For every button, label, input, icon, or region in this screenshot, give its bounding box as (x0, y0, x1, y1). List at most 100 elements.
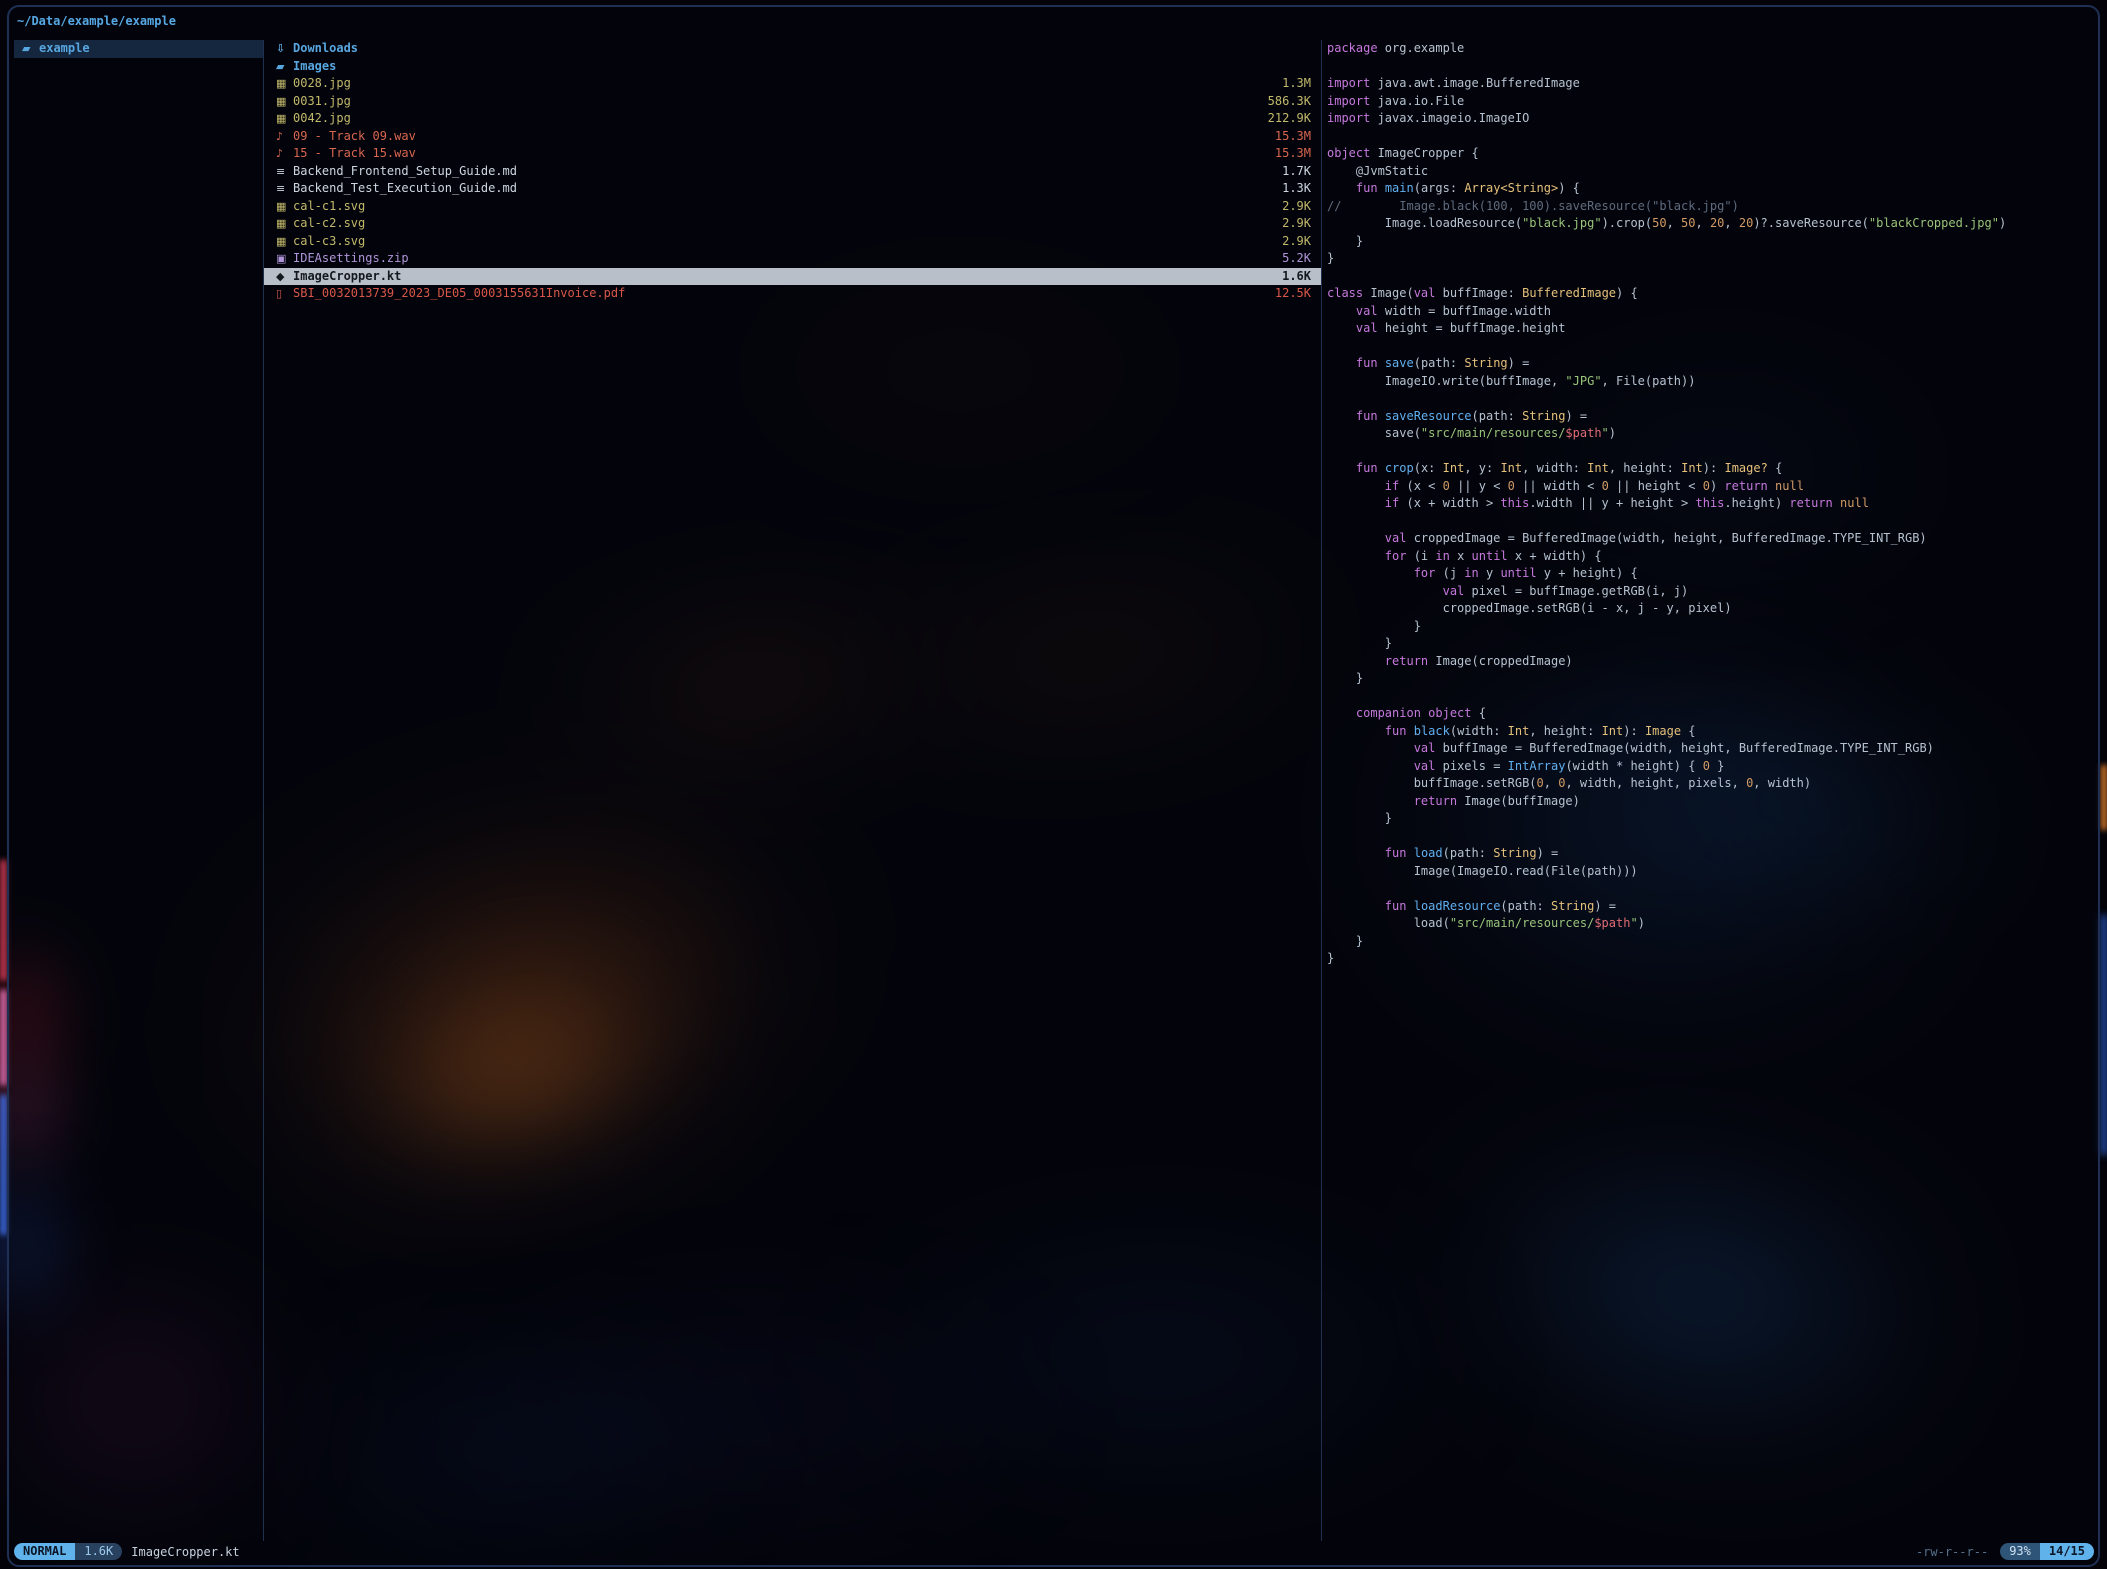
cursor-position-badge: 14/15 (2040, 1543, 2094, 1560)
file-size: 2.9K (1282, 215, 1311, 233)
code-line: fun crop(x: Int, y: Int, width: Int, hei… (1327, 460, 2090, 478)
file-row[interactable]: ▦cal-c2.svg2.9K (264, 215, 1321, 233)
markdown-file-icon: ≡ (276, 180, 293, 198)
svg-file-icon: ▦ (276, 215, 293, 233)
markdown-file-icon: ≡ (276, 163, 293, 181)
file-permissions: -rw-r--r-- (1916, 1545, 1988, 1559)
file-row[interactable]: ▦0031.jpg586.3K (264, 93, 1321, 111)
file-row[interactable]: ▦cal-c1.svg2.9K (264, 198, 1321, 216)
code-line (1327, 688, 2090, 706)
code-line: return Image(buffImage) (1327, 793, 2090, 811)
code-line: } (1327, 233, 2090, 251)
file-row[interactable]: ▰Images (264, 58, 1321, 76)
selected-file-size-badge: 1.6K (75, 1543, 122, 1560)
audio-file-icon: ♪ (276, 128, 293, 146)
folder-icon: ▰ (22, 40, 39, 58)
downloads-folder-icon: ⇩ (276, 40, 293, 58)
kotlin-file-icon: ◆ (276, 268, 293, 286)
code-line: return Image(croppedImage) (1327, 653, 2090, 671)
code-line (1327, 268, 2090, 286)
code-line (1327, 58, 2090, 76)
file-size: 1.3M (1282, 75, 1311, 93)
file-size: 1.6K (1282, 268, 1311, 286)
file-size: 586.3K (1268, 93, 1311, 111)
code-line: val pixel = buffImage.getRGB(i, j) (1327, 583, 2090, 601)
file-row[interactable]: ≡Backend_Test_Execution_Guide.md1.3K (264, 180, 1321, 198)
file-row[interactable]: ▦0042.jpg212.9K (264, 110, 1321, 128)
code-line: Image(ImageIO.read(File(path))) (1327, 863, 2090, 881)
file-name: cal-c2.svg (293, 215, 1282, 233)
file-name: SBI_0032013739_2023_DE05_0003155631Invoi… (293, 285, 1275, 303)
file-name: 15 - Track 15.wav (293, 145, 1275, 163)
file-name: ImageCropper.kt (293, 268, 1282, 286)
terminal-window: ~/Data/example/example ▰example ⇩Downloa… (7, 5, 2100, 1567)
file-row[interactable]: ▦cal-c3.svg2.9K (264, 233, 1321, 251)
file-name: example (39, 40, 255, 58)
code-line: fun save(path: String) = (1327, 355, 2090, 373)
file-row[interactable]: ◆ImageCropper.kt1.6K (264, 268, 1321, 286)
code-line: } (1327, 670, 2090, 688)
file-name: Images (293, 58, 1311, 76)
code-line: ImageIO.write(buffImage, "JPG", File(pat… (1327, 373, 2090, 391)
code-line: croppedImage.setRGB(i - x, j - y, pixel) (1327, 600, 2090, 618)
file-size: 2.9K (1282, 198, 1311, 216)
code-line: } (1327, 250, 2090, 268)
code-line: package org.example (1327, 40, 2090, 58)
image-file-icon: ▦ (276, 110, 293, 128)
code-line: import java.io.File (1327, 93, 2090, 111)
code-line: } (1327, 950, 2090, 968)
file-row[interactable]: ⇩Downloads (264, 40, 1321, 58)
parent-directory-pane: ▰example (14, 40, 263, 1541)
file-row[interactable]: ♪15 - Track 15.wav15.3M (264, 145, 1321, 163)
selected-file-name: ImageCropper.kt (131, 1545, 239, 1559)
code-line: Image.loadResource("black.jpg").crop(50,… (1327, 215, 2090, 233)
file-size: 1.7K (1282, 163, 1311, 181)
image-file-icon: ▦ (276, 93, 293, 111)
file-name: Backend_Frontend_Setup_Guide.md (293, 163, 1282, 181)
image-file-icon: ▦ (276, 75, 293, 93)
file-size: 15.3M (1275, 128, 1311, 146)
code-line: companion object { (1327, 705, 2090, 723)
code-line: load("src/main/resources/$path") (1327, 915, 2090, 933)
file-list-pane: ⇩Downloads▰Images▦0028.jpg1.3M▦0031.jpg5… (264, 40, 1321, 1541)
code-line: for (i in x until x + width) { (1327, 548, 2090, 566)
code-line (1327, 128, 2090, 146)
code-line: import javax.imageio.ImageIO (1327, 110, 2090, 128)
file-name: 0042.jpg (293, 110, 1268, 128)
file-size: 12.5K (1275, 285, 1311, 303)
file-row[interactable]: ▦0028.jpg1.3M (264, 75, 1321, 93)
svg-file-icon: ▦ (276, 233, 293, 251)
file-name: IDEAsettings.zip (293, 250, 1282, 268)
status-bar: NORMAL 1.6K ImageCropper.kt -rw-r--r-- 9… (9, 1541, 2098, 1565)
code-line: fun black(width: Int, height: Int): Imag… (1327, 723, 2090, 741)
code-line: val height = buffImage.height (1327, 320, 2090, 338)
file-row[interactable]: ▰example (14, 40, 263, 58)
file-name: 0028.jpg (293, 75, 1282, 93)
code-line (1327, 390, 2090, 408)
file-size: 15.3M (1275, 145, 1311, 163)
audio-file-icon: ♪ (276, 145, 293, 163)
code-line: buffImage.setRGB(0, 0, width, height, pi… (1327, 775, 2090, 793)
file-row[interactable]: ▣IDEAsettings.zip5.2K (264, 250, 1321, 268)
code-line (1327, 443, 2090, 461)
code-line: if (x < 0 || y < 0 || width < 0 || heigh… (1327, 478, 2090, 496)
mode-indicator: NORMAL (14, 1543, 75, 1560)
code-line: save("src/main/resources/$path") (1327, 425, 2090, 443)
file-row[interactable]: ≡Backend_Frontend_Setup_Guide.md1.7K (264, 163, 1321, 181)
code-line (1327, 880, 2090, 898)
code-line (1327, 513, 2090, 531)
code-line: val buffImage = BufferedImage(width, hei… (1327, 740, 2090, 758)
code-line: } (1327, 618, 2090, 636)
file-name: 0031.jpg (293, 93, 1268, 111)
scroll-percentage-badge: 93% (2000, 1543, 2040, 1560)
archive-file-icon: ▣ (276, 250, 293, 268)
code-line: fun load(path: String) = (1327, 845, 2090, 863)
code-line: fun loadResource(path: String) = (1327, 898, 2090, 916)
file-name: Downloads (293, 40, 1311, 58)
file-row[interactable]: ♪09 - Track 09.wav15.3M (264, 128, 1321, 146)
file-row[interactable]: ▯SBI_0032013739_2023_DE05_0003155631Invo… (264, 285, 1321, 303)
file-name: cal-c1.svg (293, 198, 1282, 216)
images-folder-icon: ▰ (276, 58, 293, 76)
svg-file-icon: ▦ (276, 198, 293, 216)
code-line: for (j in y until y + height) { (1327, 565, 2090, 583)
